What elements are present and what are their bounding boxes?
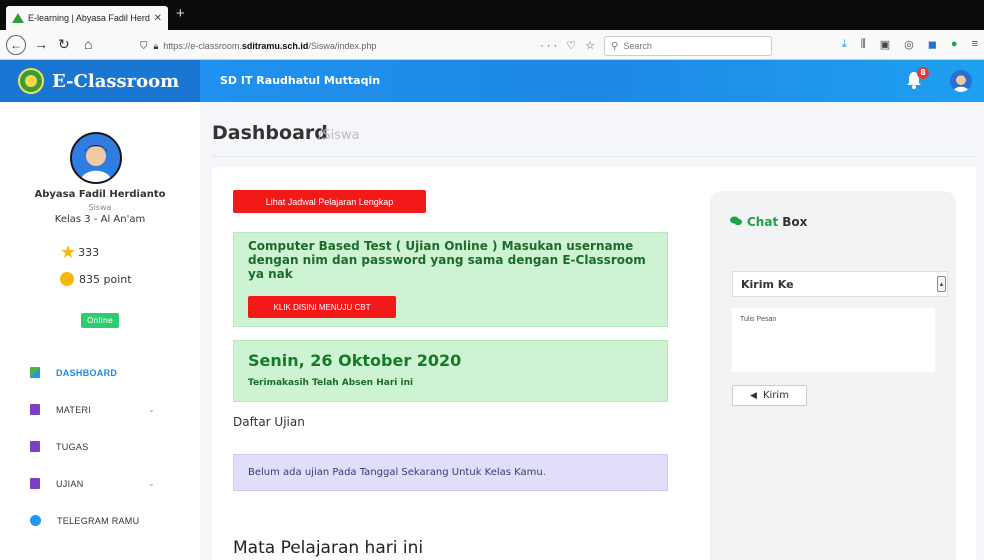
attendance-message: Terimakasih Telah Absen Hari ini [248, 378, 414, 388]
home-icon[interactable]: ⌂ [84, 36, 92, 52]
star-icon: ★ [60, 242, 77, 263]
book-icon [30, 478, 40, 489]
cbt-message: Computer Based Test ( Ujian Online ) Mas… [248, 239, 646, 281]
chevron-down-icon: ⌄ [147, 479, 155, 488]
page-actions-icons[interactable]: ··· ♡ ☆ [540, 39, 598, 52]
attendance-alert: Senin, 26 Oktober 2020 Terimakasih Telah… [233, 340, 668, 402]
message-textarea[interactable]: Tulis Pesan [732, 308, 935, 372]
exam-info-alert: Belum ada ujian Pada Tanggal Sekarang Un… [233, 454, 668, 491]
chevron-down-icon: ⌄ [147, 405, 155, 414]
profile-class: Kelas 3 - Al An'am [54, 214, 146, 225]
site-favicon-icon [12, 13, 24, 23]
url-text: https://e-classroom.sditramu.sch.id/Sisw… [163, 41, 376, 51]
tab-close-icon[interactable]: ✕ [154, 13, 162, 24]
notification-badge: 8 [917, 67, 929, 79]
library-icon[interactable]: ⫼ [861, 38, 866, 51]
browser-toolbar: ← → ↻ ⌂ ⛉ 🔒︎ https://e-classroom.sditram… [0, 30, 984, 60]
url-domain: sditramu.sch.id [241, 41, 309, 51]
notification-bell-icon[interactable]: 8 [905, 67, 929, 92]
exam-list-title: Daftar Ujian [233, 415, 305, 429]
app-header: E-Classroom SD IT Raudhatul Muttaqin 8 [0, 60, 984, 102]
page-title: Dashboard [212, 122, 328, 144]
send-icon: ◀︎ [750, 390, 757, 401]
sidebar-item-ujian[interactable]: UJIAN ⌄ [0, 465, 200, 502]
subjects-title: Mata Pelajaran hari ini [233, 538, 424, 558]
point-value: 835 point [79, 272, 132, 286]
user-avatar[interactable] [950, 70, 972, 92]
search-icon: ⚲ [611, 40, 619, 52]
sync-icon[interactable]: ● [951, 38, 958, 51]
chat-bubbles-icon [730, 216, 742, 229]
browser-search-input[interactable]: ⚲ Search [604, 36, 772, 56]
send-button[interactable]: ◀︎ Kirim [732, 385, 807, 406]
sidebar-menu: DASHBOARD MATERI ⌄ TUGAS UJIAN ⌄ TELEGRA… [0, 354, 200, 539]
brand-title: E-Classroom [52, 70, 180, 92]
download-icon[interactable]: ⤓ [842, 38, 847, 51]
recipient-select[interactable]: Kirim Ke ▴ [732, 271, 948, 297]
recipient-select-value: Kirim Ke [741, 277, 794, 291]
profile-avatar [70, 132, 122, 184]
url-path: /Siswa/index.php [308, 41, 377, 51]
chat-title: Chat Box [730, 215, 807, 229]
school-name: SD IT Raudhatul Muttaqin [220, 74, 381, 87]
telegram-icon [30, 515, 41, 526]
select-arrow-icon: ▴ [937, 276, 946, 292]
url-prefix: https://e-classroom. [163, 41, 242, 51]
reload-icon[interactable]: ↻ [58, 36, 70, 53]
address-bar[interactable]: ⛉ 🔒︎ https://e-classroom.sditramu.sch.id… [128, 36, 598, 56]
tracking-shield-icon[interactable]: ⛉ [140, 41, 148, 52]
star-value: 333 [78, 246, 100, 259]
point-count: 835 point [60, 272, 132, 286]
sidebar-item-label: TUGAS [56, 441, 89, 452]
view-schedule-button[interactable]: Lihat Jadwal Pelajaran Lengkap [233, 190, 426, 213]
sidebar: Abyasa Fadil Herdianto Siswa Kelas 3 - A… [0, 102, 200, 560]
search-placeholder: Search [623, 41, 652, 51]
chat-box: Chat Box Kirim Ke ▴ Tulis Pesan ◀︎ Kirim [710, 191, 956, 560]
sidebar-item-dashboard[interactable]: DASHBOARD [0, 354, 200, 391]
current-date: Senin, 26 Oktober 2020 [248, 351, 462, 370]
breadcrumb: /Siswa [318, 128, 360, 143]
profile-name: Abyasa Fadil Herdianto [34, 189, 166, 200]
new-tab-button[interactable]: + [176, 5, 185, 22]
star-count: ★ 333 [60, 242, 99, 263]
sidebar-item-label: DASHBOARD [56, 367, 118, 378]
cbt-alert: Computer Based Test ( Ujian Online ) Mas… [233, 232, 668, 327]
status-badge: Online [81, 313, 119, 328]
chat-title-rest: Box [782, 215, 808, 229]
chat-title-accent: Chat [747, 215, 779, 229]
dashboard-icon [30, 367, 40, 378]
profile-role: Siswa [88, 203, 112, 212]
back-icon[interactable]: ← [6, 35, 26, 55]
book-icon [30, 404, 40, 415]
book-icon [30, 441, 40, 452]
sidebar-item-telegram[interactable]: TELEGRAM RAMU [0, 502, 200, 539]
browser-tab-bar: E-learning | Abyasa Fadil Herdi ✕ + [0, 0, 984, 30]
tab-title: E-learning | Abyasa Fadil Herdi [28, 13, 150, 23]
divider [212, 156, 976, 157]
lock-icon[interactable]: 🔒︎ [154, 41, 159, 52]
coin-icon [60, 272, 74, 286]
sidebar-item-label: TELEGRAM RAMU [57, 515, 140, 526]
sidebar-icon[interactable]: ▣ [880, 38, 890, 51]
send-label: Kirim [762, 390, 789, 401]
school-logo-icon [18, 68, 44, 94]
sidebar-item-tugas[interactable]: TUGAS [0, 428, 200, 465]
sidebar-item-label: MATERI [56, 404, 92, 415]
forward-icon[interactable]: → [34, 36, 48, 52]
browser-tab[interactable]: E-learning | Abyasa Fadil Herdi ✕ [6, 6, 168, 30]
account-icon[interactable]: ◼ [928, 38, 937, 51]
sidebar-item-materi[interactable]: MATERI ⌄ [0, 391, 200, 428]
toolbar-icons: ⤓ ⫼ ▣ ◎ ◼ ● ≡ [842, 38, 978, 51]
go-to-cbt-button[interactable]: KLIK DISINI MENUJU CBT [248, 296, 396, 318]
menu-icon[interactable]: ≡ [972, 38, 978, 51]
sidebar-item-label: UJIAN [56, 478, 84, 489]
extension-icon[interactable]: ◎ [904, 38, 914, 51]
brand-logo[interactable]: E-Classroom [0, 60, 200, 102]
